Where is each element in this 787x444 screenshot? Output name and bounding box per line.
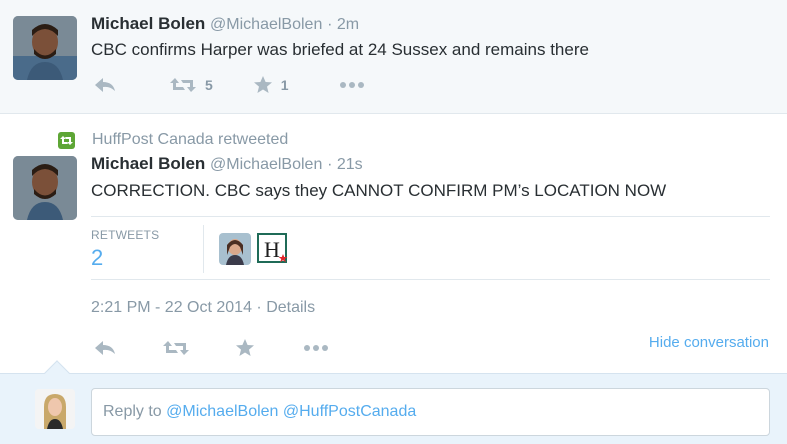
favorite-icon <box>253 76 272 93</box>
svg-text:H: H <box>264 237 280 262</box>
favorite-button[interactable] <box>235 338 255 357</box>
favorite-button[interactable]: 1 <box>253 75 289 94</box>
handle[interactable]: @MichaelBolen <box>210 156 322 173</box>
avatar[interactable] <box>13 16 77 80</box>
reply-mentions: @MichaelBolen @HuffPostCanada <box>166 403 417 420</box>
more-button[interactable] <box>303 344 329 352</box>
tweet-text: CORRECTION. CBC says they CANNOT CONFIRM… <box>91 181 667 200</box>
retweeted-badge-icon <box>58 131 75 149</box>
favorite-count: 1 <box>280 76 289 93</box>
tweet-author[interactable]: Michael Bolen @MichaelBolen · 2m <box>91 14 359 34</box>
retweets-label[interactable]: RETWEETS <box>91 228 159 242</box>
tweet-actions <box>93 338 329 357</box>
reply-icon <box>95 340 115 355</box>
more-icon <box>304 344 328 351</box>
avatar[interactable] <box>13 156 77 220</box>
reply-icon <box>95 77 115 92</box>
retweet-button[interactable]: 5 <box>169 76 213 94</box>
handle[interactable]: @MichaelBolen <box>210 16 322 33</box>
tweet-time[interactable]: · 2m <box>327 16 359 33</box>
tweet-actions: 5 1 <box>93 75 365 94</box>
more-button[interactable] <box>339 81 365 89</box>
reply-button[interactable] <box>93 76 117 94</box>
tweet-1[interactable]: Michael Bolen @MichaelBolen · 2m CBC con… <box>0 0 787 114</box>
favorite-icon <box>236 339 254 356</box>
retweet-icon <box>163 340 189 355</box>
hide-conversation-link[interactable]: Hide conversation <box>649 334 769 351</box>
more-icon <box>339 81 364 88</box>
reply-prefix: Reply to <box>103 403 167 420</box>
retweets-value[interactable]: 2 <box>91 245 103 271</box>
retweet-context[interactable]: HuffPost Canada retweeted <box>58 131 288 149</box>
stats-divider <box>203 225 204 273</box>
huffpost-avatar[interactable]: H <box>257 233 289 265</box>
tweet-time[interactable]: · 21s <box>327 156 363 173</box>
retweet-button[interactable] <box>162 339 190 357</box>
reply-input[interactable]: Reply to @MichaelBolen @HuffPostCanada <box>91 388 770 436</box>
tweet-timestamp[interactable]: 2:21 PM - 22 Oct 2014 · Details <box>91 299 315 317</box>
tweet-text: CBC confirms Harper was briefed at 24 Su… <box>91 40 589 59</box>
display-name[interactable]: Michael Bolen <box>91 154 205 173</box>
reply-button[interactable] <box>93 339 117 357</box>
current-user-avatar[interactable] <box>35 389 75 429</box>
retweet-count: 5 <box>205 76 213 93</box>
retweeter-avatar[interactable] <box>219 233 251 265</box>
display-name[interactable]: Michael Bolen <box>91 14 205 33</box>
retweet-icon <box>170 77 196 92</box>
tweet-stats: RETWEETS 2 H <box>91 216 770 280</box>
retweet-context-text[interactable]: HuffPost Canada retweeted <box>92 131 288 149</box>
tweet-author[interactable]: Michael Bolen @MichaelBolen · 21s <box>91 154 363 174</box>
